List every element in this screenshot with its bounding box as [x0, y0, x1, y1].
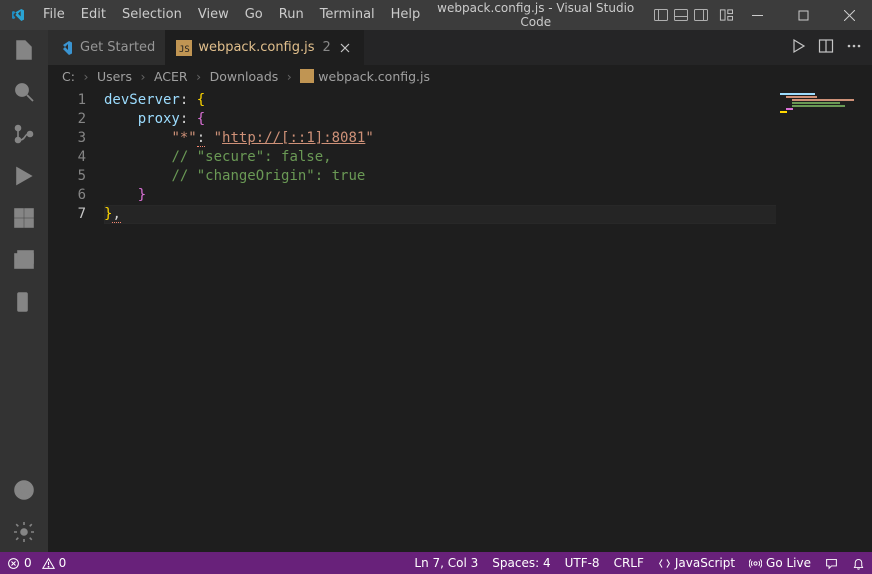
search-activity[interactable] — [0, 80, 48, 104]
minimize-button[interactable] — [734, 0, 780, 30]
vscode-logo — [0, 7, 35, 23]
run-file-button[interactable] — [790, 38, 806, 58]
status-bar: 0 0 Ln 7, Col 3 Spaces: 4 UTF-8 CRLF Jav… — [0, 552, 872, 574]
settings-activity[interactable] — [0, 520, 48, 544]
minimap[interactable] — [776, 87, 872, 552]
menu-help[interactable]: Help — [383, 0, 429, 30]
svg-text:JS: JS — [179, 45, 190, 55]
split-editor-button[interactable] — [818, 38, 834, 58]
maximize-button[interactable] — [780, 0, 826, 30]
breadcrumb-item[interactable]: C: — [62, 69, 75, 84]
window-activity[interactable] — [0, 248, 48, 272]
vscode-icon — [58, 40, 74, 56]
status-eol[interactable]: CRLF — [607, 552, 651, 574]
status-cursor[interactable]: Ln 7, Col 3 — [407, 552, 485, 574]
panel-left-icon[interactable] — [653, 7, 669, 23]
breadcrumb-item[interactable]: ACER — [154, 69, 188, 84]
js-file-icon — [300, 69, 314, 83]
status-feedback[interactable] — [818, 552, 845, 574]
status-go-live[interactable]: Go Live — [742, 552, 818, 574]
editor-tabs: Get Started JS webpack.config.js 2 — [48, 30, 872, 65]
menu-view[interactable]: View — [190, 0, 237, 30]
chevron-right-icon: › — [192, 69, 206, 84]
accounts-activity[interactable] — [0, 478, 48, 502]
status-notifications[interactable] — [845, 552, 872, 574]
title-text: webpack.config.js - Visual Studio Code — [428, 1, 643, 29]
device-activity[interactable] — [0, 290, 48, 314]
status-indent[interactable]: Spaces: 4 — [485, 552, 557, 574]
breadcrumb-file[interactable]: webpack.config.js — [300, 69, 430, 84]
breadcrumbs[interactable]: C: › Users › ACER › Downloads › webpack.… — [48, 65, 872, 87]
close-window-button[interactable] — [826, 0, 872, 30]
main-menu: File Edit Selection View Go Run Terminal… — [35, 0, 428, 30]
tab-label: Get Started — [80, 40, 155, 55]
menu-file[interactable]: File — [35, 0, 73, 30]
status-errors[interactable]: 0 0 — [0, 552, 73, 574]
layout-customize-icon[interactable] — [719, 7, 734, 23]
extensions-activity[interactable] — [0, 206, 48, 230]
breadcrumb-item[interactable]: Users — [97, 69, 132, 84]
panel-bottom-icon[interactable] — [673, 7, 689, 23]
explorer-activity[interactable] — [0, 38, 48, 62]
js-file-icon: JS — [176, 40, 192, 56]
tab-label: webpack.config.js — [198, 40, 314, 55]
tab-webpack-config[interactable]: JS webpack.config.js 2 — [166, 30, 364, 65]
title-bar: File Edit Selection View Go Run Terminal… — [0, 0, 872, 30]
main-area: Get Started JS webpack.config.js 2 C: › … — [0, 30, 872, 552]
more-actions-button[interactable] — [846, 38, 862, 58]
menu-terminal[interactable]: Terminal — [312, 0, 383, 30]
menu-go[interactable]: Go — [237, 0, 271, 30]
menu-edit[interactable]: Edit — [73, 0, 114, 30]
breadcrumb-item[interactable]: Downloads — [210, 69, 279, 84]
code-content[interactable]: devServer: { proxy: { "*": "http://[::1]… — [104, 87, 872, 552]
status-encoding[interactable]: UTF-8 — [558, 552, 607, 574]
menu-selection[interactable]: Selection — [114, 0, 190, 30]
run-debug-activity[interactable] — [0, 164, 48, 188]
panel-right-icon[interactable] — [693, 7, 709, 23]
chevron-right-icon: › — [136, 69, 150, 84]
activity-bar — [0, 30, 48, 552]
status-language[interactable]: JavaScript — [651, 552, 742, 574]
chevron-right-icon: › — [79, 69, 93, 84]
tab-problems-badge: 2 — [323, 40, 331, 55]
line-number-gutter: 1234567 — [48, 87, 104, 552]
source-control-activity[interactable] — [0, 122, 48, 146]
editor-area: Get Started JS webpack.config.js 2 C: › … — [48, 30, 872, 552]
window-title: webpack.config.js - Visual Studio Code — [428, 1, 734, 29]
tab-get-started[interactable]: Get Started — [48, 30, 166, 65]
window-controls — [734, 0, 872, 30]
menu-run[interactable]: Run — [271, 0, 312, 30]
text-editor[interactable]: 1234567 devServer: { proxy: { "*": "http… — [48, 87, 872, 552]
close-tab-button[interactable] — [337, 40, 353, 56]
editor-actions — [780, 30, 872, 65]
chevron-right-icon: › — [282, 69, 296, 84]
